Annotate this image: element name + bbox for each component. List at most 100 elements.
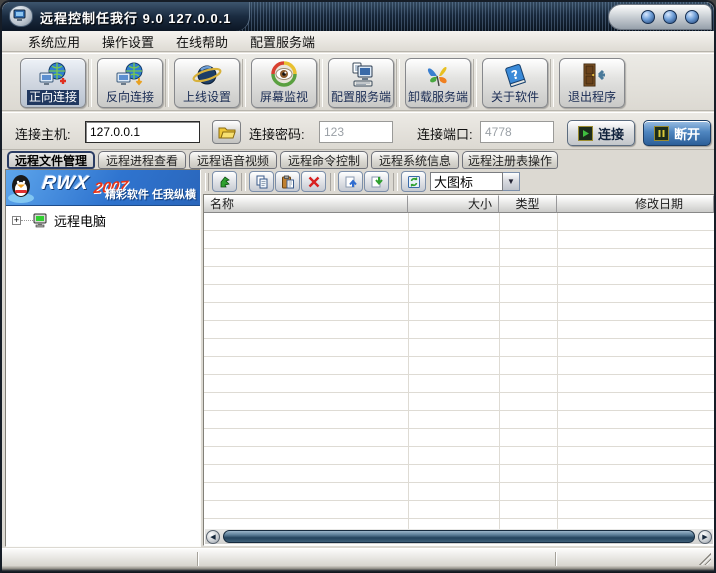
toolbar-separator: [473, 59, 477, 107]
open-host-list-button[interactable]: [212, 120, 241, 144]
tab-remote-file-manage[interactable]: 远程文件管理: [7, 151, 95, 169]
toolbar-separator: [242, 59, 246, 107]
file-list-body[interactable]: [204, 213, 714, 529]
up-directory-icon: [218, 175, 232, 189]
tab-label: 远程注册表操作: [468, 152, 552, 169]
connect-button-label: 连接: [598, 124, 624, 143]
remote-tree-panel: RWX 2007 精彩软件 任我纵横 + 远程电脑: [5, 169, 201, 547]
scrollbar-thumb[interactable]: [223, 530, 695, 543]
chevron-down-icon: ▼: [507, 177, 515, 186]
toolbar-forward-connect-button[interactable]: 正向连接: [20, 58, 86, 108]
brand-banner: RWX 2007 精彩软件 任我纵横: [6, 170, 200, 206]
window-bottom-frame: [2, 566, 714, 573]
connect-button[interactable]: 连接: [567, 120, 635, 146]
go-up-button[interactable]: [212, 171, 237, 192]
app-logo-icon: [13, 9, 29, 23]
toolbar-separator: [396, 59, 400, 107]
host-input[interactable]: [85, 121, 200, 143]
toolbar-separator: [319, 59, 323, 107]
tab-label: 远程命令控制: [288, 152, 360, 169]
delete-icon: [307, 175, 321, 189]
file-list-header: 名称 大小 类型 修改日期: [204, 195, 714, 213]
main-toolbar: 正向连接 反向连接: [2, 53, 714, 111]
tab-remote-command-control[interactable]: 远程命令控制: [280, 151, 368, 169]
menu-system[interactable]: 系统应用: [28, 32, 80, 51]
app-window: 远程控制任我行 9.0 127.0.0.1 系统应用 操作设置 在线帮助 配置服…: [0, 0, 716, 573]
maximize-button[interactable]: [663, 10, 677, 24]
column-header-name[interactable]: 名称: [204, 195, 408, 213]
toolbar-configure-server-button[interactable]: 配置服务端: [328, 58, 394, 108]
column-gridline: [408, 213, 409, 529]
toolbar-separator: [165, 59, 169, 107]
remote-computer-tree[interactable]: + 远程电脑: [6, 206, 200, 230]
column-header-type[interactable]: 类型: [499, 195, 557, 213]
main-area: RWX 2007 精彩软件 任我纵横 + 远程电脑: [2, 169, 714, 548]
download-icon: [370, 175, 384, 189]
banner-slogan: 精彩软件 任我纵横: [105, 186, 196, 202]
port-input[interactable]: [480, 121, 554, 143]
file-panel: ▼ 名称 大小 类型 修改日期 ◀: [203, 169, 716, 547]
penguin-mascot-icon: [7, 172, 41, 204]
refresh-icon: [407, 175, 421, 189]
file-list: 名称 大小 类型 修改日期 ◀ ▶: [203, 194, 715, 546]
screen-monitor-icon: [268, 60, 300, 97]
tree-expander[interactable]: +: [12, 216, 21, 225]
open-folder-icon: [218, 125, 236, 139]
disconnect-button[interactable]: 断开: [643, 120, 711, 146]
tab-label: 远程文件管理: [15, 152, 87, 169]
online-settings-icon: [191, 60, 223, 97]
delete-button[interactable]: [301, 171, 326, 192]
uninstall-server-icon: [422, 60, 454, 97]
download-button[interactable]: [364, 171, 389, 192]
toolbar-reverse-connect-button[interactable]: 反向连接: [97, 58, 163, 108]
paste-button[interactable]: [275, 171, 300, 192]
view-mode-combo[interactable]: [430, 172, 503, 191]
app-icon[interactable]: [9, 5, 33, 27]
copy-button[interactable]: [249, 171, 274, 192]
status-bar: [2, 548, 714, 568]
tree-item-remote-computer[interactable]: + 远程电脑: [6, 211, 200, 230]
toolbar-exit-button[interactable]: 退出程序: [559, 58, 625, 108]
window-controls: [608, 4, 712, 30]
toolbar-grip: [205, 173, 209, 191]
resize-grip[interactable]: [699, 553, 711, 565]
menu-operation[interactable]: 操作设置: [102, 32, 154, 51]
close-button[interactable]: [685, 10, 699, 24]
toolbar-about-button[interactable]: ? 关于软件: [482, 58, 548, 108]
toolbar-online-settings-button[interactable]: 上线设置: [174, 58, 240, 108]
scroll-right-button[interactable]: ▶: [698, 530, 712, 544]
banner-logo-text: RWX: [40, 173, 90, 195]
disconnect-button-label: 断开: [674, 124, 700, 143]
tab-remote-registry[interactable]: 远程注册表操作: [462, 151, 558, 169]
toolbar-separator: [550, 59, 554, 107]
upload-button[interactable]: [338, 171, 363, 192]
tab-remote-audio-video[interactable]: 远程语音视频: [189, 151, 277, 169]
toolbar-uninstall-server-button[interactable]: 卸载服务端: [405, 58, 471, 108]
statusbar-divider: [555, 552, 557, 566]
titlebar[interactable]: 远程控制任我行 9.0 127.0.0.1: [2, 2, 714, 31]
minimize-button[interactable]: [641, 10, 655, 24]
tab-remote-system-info[interactable]: 远程系统信息: [371, 151, 459, 169]
play-icon: [578, 126, 593, 141]
exit-program-icon: [576, 60, 608, 97]
configure-server-icon: [345, 60, 377, 97]
refresh-button[interactable]: [401, 171, 426, 192]
tree-connector: [21, 220, 33, 221]
remote-computer-icon: [33, 213, 50, 228]
toolbar-separator: [330, 173, 335, 191]
menu-config-server[interactable]: 配置服务端: [250, 32, 315, 51]
reverse-connect-icon: [114, 60, 146, 97]
tab-remote-process-view[interactable]: 远程进程查看: [98, 151, 186, 169]
toolbar-screen-monitor-button[interactable]: 屏幕监视: [251, 58, 317, 108]
view-mode-dropdown-button[interactable]: ▼: [503, 172, 520, 191]
password-input[interactable]: [319, 121, 393, 143]
column-header-size[interactable]: 大小: [408, 195, 499, 213]
horizontal-scrollbar[interactable]: ◀ ▶: [205, 529, 713, 544]
window-title: 远程控制任我行 9.0 127.0.0.1: [40, 8, 232, 27]
scroll-left-button[interactable]: ◀: [206, 530, 220, 544]
tab-label: 远程进程查看: [106, 152, 178, 169]
file-toolbar: ▼: [203, 169, 716, 194]
menu-help[interactable]: 在线帮助: [176, 32, 228, 51]
paste-icon: [281, 175, 295, 189]
column-header-date[interactable]: 修改日期: [557, 195, 714, 213]
